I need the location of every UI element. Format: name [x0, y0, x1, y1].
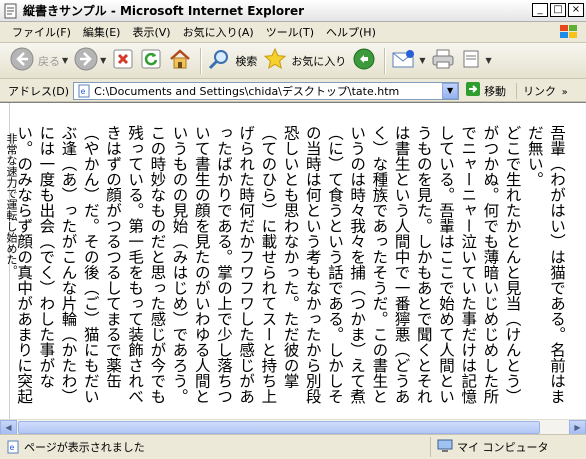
overflow-text-fragment: 非常な速力で運転し始めた。: [5, 133, 18, 276]
links-label: リンク: [523, 84, 557, 98]
scroll-thumb[interactable]: [18, 421, 540, 434]
print-button[interactable]: [429, 46, 457, 76]
mail-dropdown-icon[interactable]: ▼: [419, 56, 425, 65]
page-done-icon: e: [6, 440, 20, 454]
edit-button[interactable]: ▼: [459, 46, 493, 76]
scroll-left-icon[interactable]: ◀: [0, 420, 17, 435]
refresh-button[interactable]: [138, 46, 164, 76]
media-icon: [352, 47, 376, 74]
windows-logo-icon: [558, 23, 580, 41]
search-button[interactable]: 検索: [205, 46, 259, 76]
go-label: 移動: [484, 84, 507, 98]
back-button[interactable]: 戻る ▼: [8, 46, 70, 76]
window-controls: _ □ ×: [532, 3, 584, 17]
ie-page-icon: e: [77, 84, 91, 98]
scroll-edge: 非常な速力で運転し始めた。: [0, 103, 18, 434]
links-chevron-icon: »: [561, 86, 568, 98]
go-button[interactable]: 移動: [465, 81, 506, 100]
refresh-icon: [140, 48, 162, 73]
favorites-star-icon: [263, 47, 287, 74]
menu-file[interactable]: ファイル(F): [6, 24, 77, 40]
menu-favorites[interactable]: お気に入り(A): [177, 24, 260, 40]
document-icon: [3, 3, 19, 19]
address-dropdown-icon[interactable]: ▼: [442, 82, 459, 99]
back-dropdown-icon[interactable]: ▼: [62, 56, 68, 65]
links-button[interactable]: リンク »: [516, 82, 568, 99]
forward-dropdown-icon[interactable]: ▼: [100, 56, 106, 65]
horizontal-scrollbar[interactable]: ◀ ▶: [0, 419, 586, 435]
menu-bar: ファイル(F) 編集(E) 表示(V) お気に入り(A) ツール(T) ヘルプ(…: [0, 22, 586, 43]
mail-button[interactable]: ▼: [389, 46, 427, 76]
edit-page-icon: [461, 48, 483, 73]
standard-toolbar: 戻る ▼ ▼ 検索 お気に入り ▼ ▼: [0, 43, 586, 79]
toolbar-separator: [384, 47, 386, 74]
maximize-button[interactable]: □: [550, 3, 566, 17]
menu-view[interactable]: 表示(V): [126, 24, 176, 40]
back-arrow-icon: [10, 47, 34, 74]
favorites-label: お気に入り: [291, 54, 347, 68]
close-button[interactable]: ×: [568, 3, 584, 17]
home-button[interactable]: [166, 46, 194, 76]
menu-tools[interactable]: ツール(T): [260, 24, 320, 40]
minimize-button[interactable]: _: [532, 3, 548, 17]
stop-button[interactable]: [110, 46, 136, 76]
svg-text:e: e: [81, 87, 86, 96]
go-arrow-icon: [465, 81, 481, 100]
printer-icon: [431, 48, 455, 73]
title-bar: 縦書きサンプル - Microsoft Internet Explorer _ …: [0, 0, 586, 22]
vertical-text-body: 吾輩（わがはい）は猫である。名前はまだ無い。 どこで生れたかとんと見当（けんとう…: [10, 125, 566, 404]
toolbar-separator: [200, 47, 202, 74]
status-text: ページが表示されました: [24, 441, 145, 454]
my-computer-icon: [437, 439, 453, 456]
search-icon: [207, 47, 231, 74]
media-button[interactable]: [350, 46, 378, 76]
edit-dropdown-icon[interactable]: ▼: [485, 56, 491, 65]
scroll-right-icon[interactable]: ▶: [569, 420, 586, 435]
menu-edit[interactable]: 編集(E): [77, 24, 127, 40]
back-label: 戻る: [38, 54, 60, 68]
mail-icon: [391, 48, 417, 73]
status-bar: e ページが表示されました マイ コンピュータ: [0, 434, 586, 459]
address-input[interactable]: e C:\Documents and Settings\chida\デスクトップ…: [73, 81, 460, 100]
zone-label: マイ コンピュータ: [457, 441, 549, 454]
security-zone: マイ コンピュータ: [430, 437, 584, 457]
address-bar: アドレス(D) e C:\Documents and Settings\chid…: [0, 80, 586, 102]
home-icon: [168, 48, 192, 73]
forward-button[interactable]: ▼: [72, 46, 108, 76]
forward-arrow-icon: [74, 47, 98, 74]
window-title: 縦書きサンプル - Microsoft Internet Explorer: [23, 4, 305, 18]
page-content: 吾輩（わがはい）は猫である。名前はまだ無い。 どこで生れたかとんと見当（けんとう…: [0, 102, 586, 434]
address-label: アドレス(D): [8, 84, 70, 98]
svg-text:e: e: [10, 443, 15, 452]
favorites-button[interactable]: お気に入り: [261, 46, 348, 76]
stop-icon: [112, 48, 134, 73]
menu-help[interactable]: ヘルプ(H): [320, 24, 382, 40]
search-label: 検索: [235, 54, 258, 68]
address-value: C:\Documents and Settings\chida\デスクトップ\t…: [94, 84, 400, 98]
